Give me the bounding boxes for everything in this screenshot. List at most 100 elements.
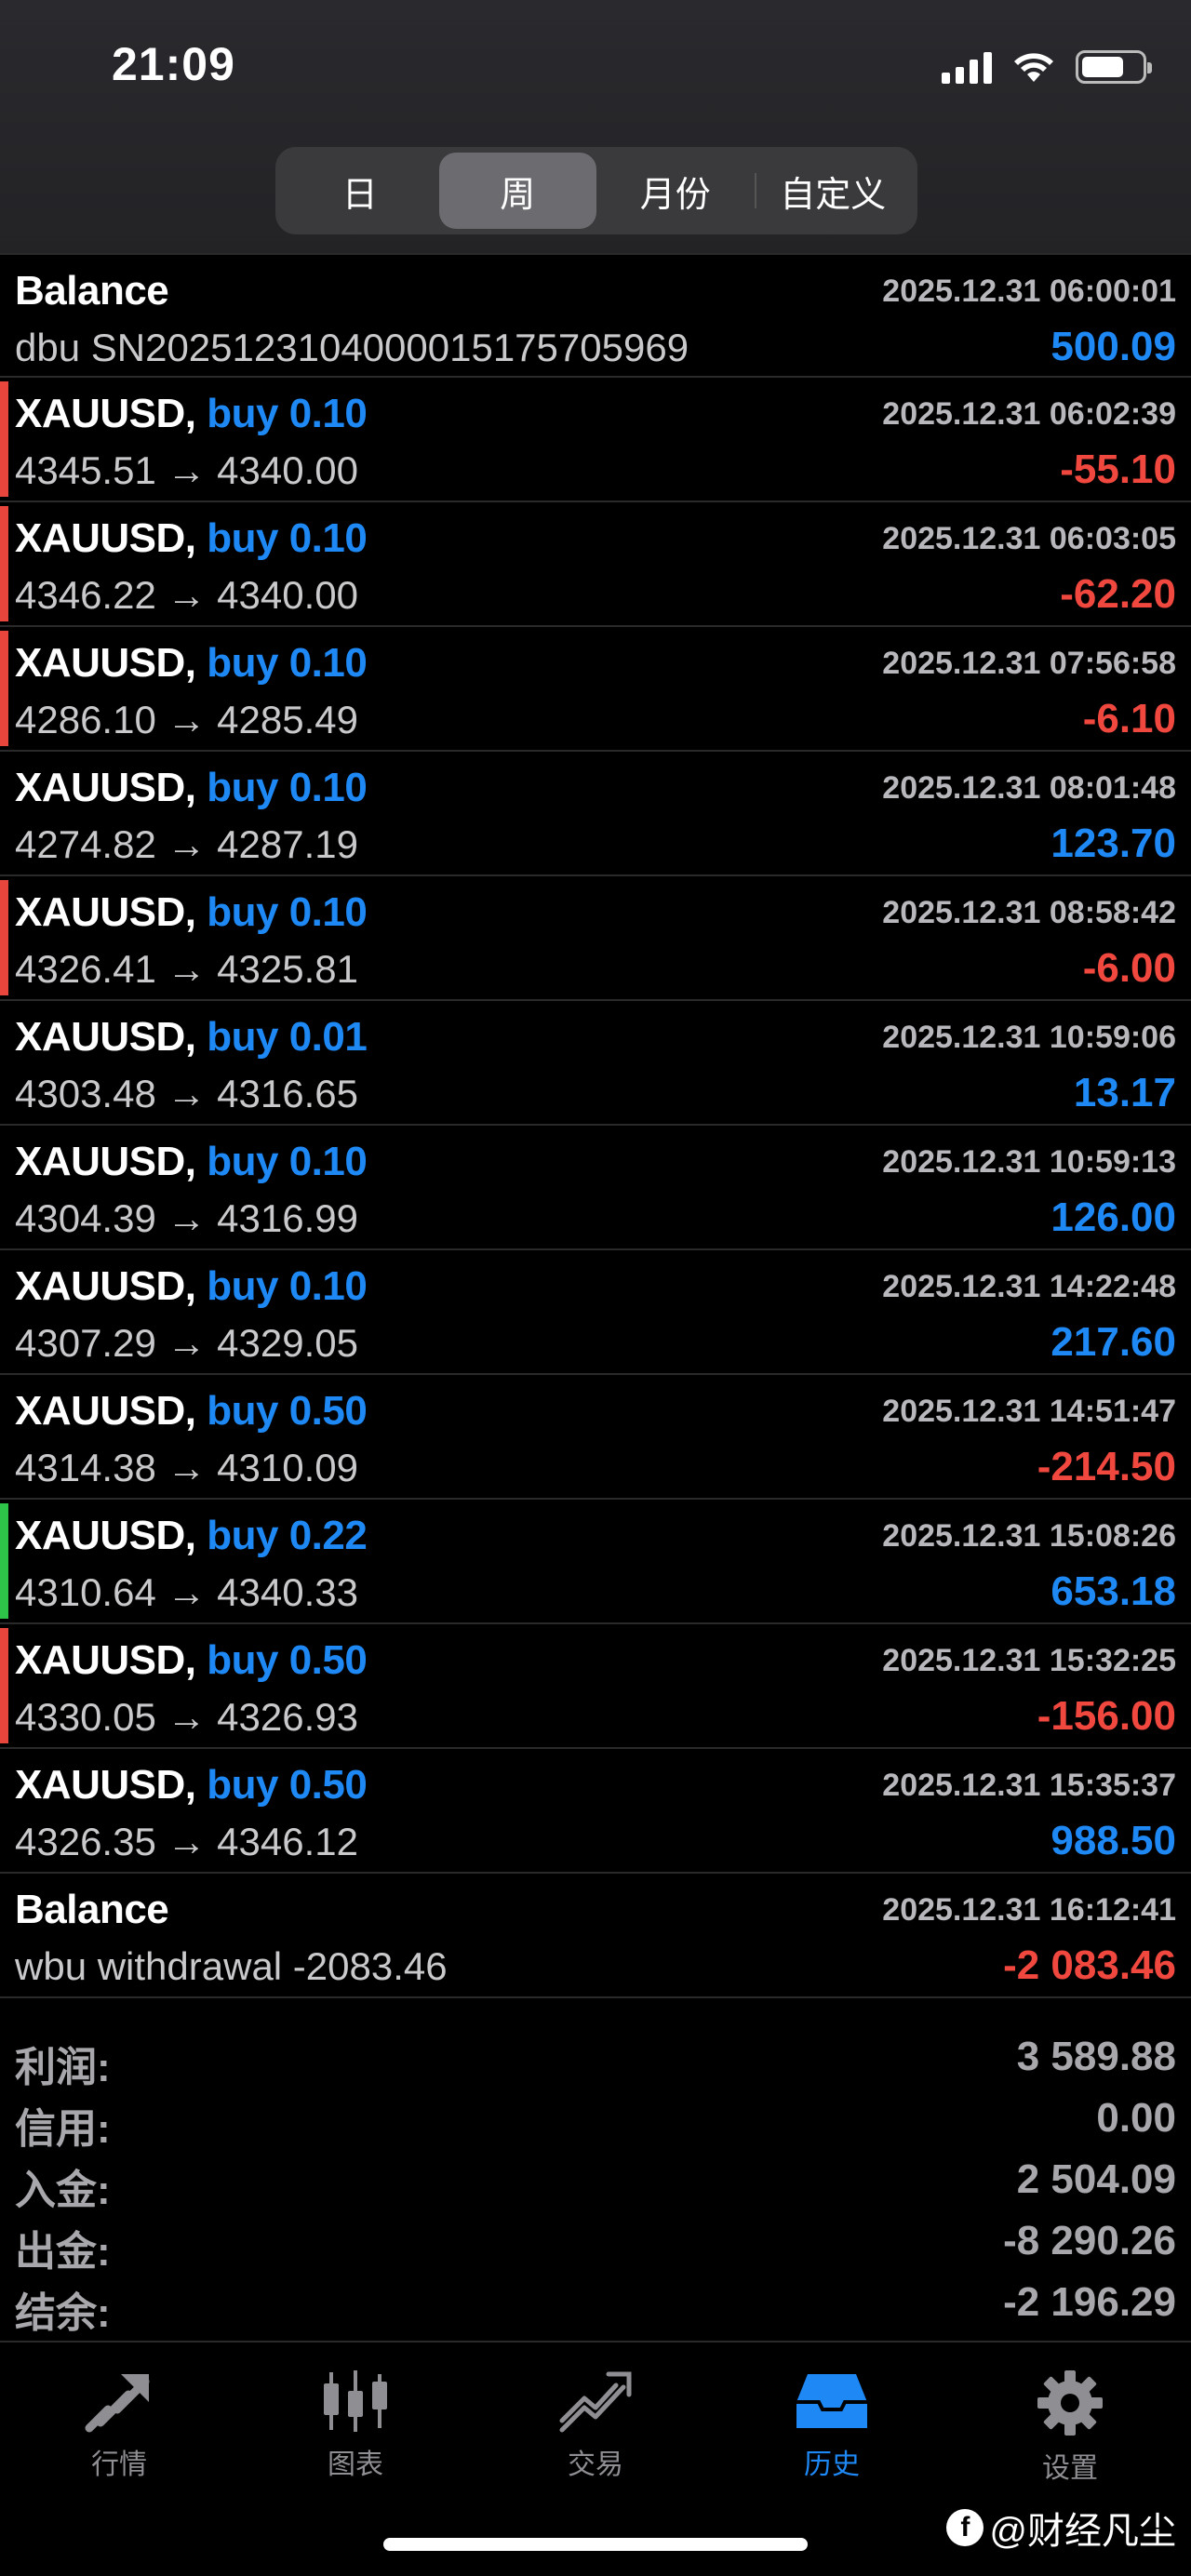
tab-label: 图表 bbox=[328, 2449, 383, 2480]
battery-icon bbox=[1076, 50, 1152, 84]
gain-marker bbox=[0, 1503, 8, 1619]
row-profit: -55.10 bbox=[1060, 447, 1176, 492]
row-title: XAUUSD, buy 0.10 bbox=[15, 640, 368, 687]
row-title: XAUUSD, buy 0.10 bbox=[15, 889, 368, 936]
symbol: XAUUSD, bbox=[15, 640, 196, 686]
trade-row[interactable]: XAUUSD, buy 0.50 2025.12.31 15:35:37 4326.… bbox=[0, 1749, 1191, 1874]
trade-row[interactable]: XAUUSD, buy 0.10 2025.12.31 10:59:13 4304.… bbox=[0, 1126, 1191, 1250]
trade-side: buy 0.10 bbox=[207, 391, 368, 436]
row-title: XAUUSD, buy 0.22 bbox=[15, 1513, 368, 1559]
tab-week[interactable]: 周 bbox=[438, 153, 596, 229]
trade-row[interactable]: XAUUSD, buy 0.10 2025.12.31 08:58:42 4326.… bbox=[0, 876, 1191, 1001]
trade-row[interactable]: XAUUSD, buy 0.10 2025.12.31 06:02:39 4345.… bbox=[0, 378, 1191, 502]
summary-row-credit: 信用: 0.00 bbox=[0, 2088, 1191, 2152]
summary-label: 结余: bbox=[15, 2290, 111, 2336]
row-time: 2025.12.31 06:03:05 bbox=[882, 521, 1176, 556]
tab-chart[interactable]: 图表 bbox=[262, 2369, 448, 2499]
summary-row-profit: 利润: 3 589.88 bbox=[0, 2026, 1191, 2090]
trade-row[interactable]: XAUUSD, buy 0.50 2025.12.31 15:32:25 4330.… bbox=[0, 1624, 1191, 1749]
row-title: XAUUSD, buy 0.01 bbox=[15, 1014, 368, 1061]
row-title: XAUUSD, buy 0.10 bbox=[15, 515, 368, 562]
summary-label: 入金: bbox=[15, 2168, 111, 2213]
trade-side: buy 0.10 bbox=[207, 765, 368, 810]
trade-row[interactable]: XAUUSD, buy 0.10 2025.12.31 14:22:48 4307.… bbox=[0, 1250, 1191, 1375]
quotes-icon bbox=[85, 2374, 150, 2433]
summary-value: 3 589.88 bbox=[1016, 2034, 1176, 2079]
tab-history[interactable]: 历史 bbox=[739, 2369, 925, 2499]
row-profit: 123.70 bbox=[1050, 821, 1176, 866]
row-profit: -6.10 bbox=[1082, 696, 1176, 741]
row-time: 2025.12.31 15:32:25 bbox=[882, 1643, 1176, 1678]
tab-custom[interactable]: 自定义 bbox=[754, 153, 913, 229]
row-time: 2025.12.31 14:22:48 bbox=[882, 1269, 1176, 1304]
balance-row[interactable]: Balance 2025.12.31 06:00:01 dbu SN20251231… bbox=[0, 253, 1191, 378]
tab-trade[interactable]: 交易 bbox=[502, 2369, 689, 2499]
row-profit: 13.17 bbox=[1073, 1070, 1176, 1115]
tab-quotes[interactable]: 行情 bbox=[26, 2369, 212, 2499]
loss-marker bbox=[0, 506, 8, 621]
trade-row[interactable]: XAUUSD, buy 0.10 2025.12.31 08:01:48 4274.… bbox=[0, 752, 1191, 876]
symbol: XAUUSD, bbox=[15, 1139, 196, 1184]
price-range: 4346.22 → 4340.00 bbox=[15, 573, 358, 617]
summary-value: -8 290.26 bbox=[1003, 2218, 1176, 2263]
trade-side: buy 0.10 bbox=[207, 1139, 368, 1184]
chart-icon bbox=[324, 2370, 387, 2432]
row-time: 2025.12.31 08:01:48 bbox=[882, 770, 1176, 806]
symbol: XAUUSD, bbox=[15, 765, 196, 810]
row-time: 2025.12.31 08:58:42 bbox=[882, 895, 1176, 930]
balance-row[interactable]: Balance 2025.12.31 16:12:41 wbu withdrawal… bbox=[0, 1874, 1191, 1998]
row-time: 2025.12.31 16:12:41 bbox=[882, 1892, 1176, 1928]
symbol: XAUUSD, bbox=[15, 1388, 196, 1434]
row-profit: -2 083.46 bbox=[1003, 1942, 1176, 1988]
symbol: XAUUSD, bbox=[15, 1513, 196, 1558]
tab-label: 行情 bbox=[91, 2449, 147, 2480]
row-profit: 653.18 bbox=[1050, 1568, 1176, 1614]
summary-label: 信用: bbox=[15, 2106, 111, 2152]
price-range: 4304.39 → 4316.99 bbox=[15, 1196, 358, 1240]
history-list: Balance 2025.12.31 06:00:01 dbu SN20251231… bbox=[0, 253, 1191, 1998]
row-time: 2025.12.31 10:59:06 bbox=[882, 1020, 1176, 1055]
tab-day[interactable]: 日 bbox=[281, 153, 439, 229]
row-title: XAUUSD, buy 0.10 bbox=[15, 1139, 368, 1185]
tab-settings[interactable]: 设置 bbox=[977, 2369, 1163, 2499]
row-time: 2025.12.31 10:59:13 bbox=[882, 1144, 1176, 1180]
settings-icon bbox=[1037, 2370, 1103, 2436]
row-time: 2025.12.31 14:51:47 bbox=[882, 1394, 1176, 1429]
loss-marker bbox=[0, 381, 8, 497]
row-profit: 500.09 bbox=[1050, 324, 1176, 369]
trade-icon bbox=[559, 2371, 632, 2433]
summary-value: 0.00 bbox=[1096, 2095, 1176, 2141]
tab-month[interactable]: 月份 bbox=[596, 153, 755, 229]
home-indicator[interactable] bbox=[383, 2538, 808, 2551]
balance-title: Balance bbox=[15, 1887, 169, 1932]
tab-label: 历史 bbox=[804, 2449, 860, 2480]
row-title: XAUUSD, buy 0.50 bbox=[15, 1762, 368, 1809]
trade-row[interactable]: XAUUSD, buy 0.10 2025.12.31 06:03:05 4346.… bbox=[0, 502, 1191, 627]
price-range: 4326.35 → 4346.12 bbox=[15, 1820, 358, 1863]
symbol: XAUUSD, bbox=[15, 889, 196, 935]
row-title: Balance bbox=[15, 268, 169, 314]
row-title: XAUUSD, buy 0.50 bbox=[15, 1637, 368, 1684]
row-title: XAUUSD, buy 0.50 bbox=[15, 1388, 368, 1435]
symbol: XAUUSD, bbox=[15, 515, 196, 561]
trade-side: buy 0.50 bbox=[207, 1388, 368, 1434]
price-range: 4345.51 → 4340.00 bbox=[15, 448, 358, 492]
row-profit: -6.00 bbox=[1082, 945, 1176, 991]
watermark: f @财经凡尘 bbox=[946, 2501, 1176, 2555]
summary-row-balance: 结余: -2 196.29 bbox=[0, 2272, 1191, 2336]
cellular-signal-icon bbox=[942, 50, 992, 84]
wifi-icon bbox=[1014, 53, 1053, 82]
symbol: XAUUSD, bbox=[15, 1637, 196, 1683]
loss-marker bbox=[0, 880, 8, 995]
balance-title: Balance bbox=[15, 268, 169, 314]
row-profit: 988.50 bbox=[1050, 1818, 1176, 1863]
loss-marker bbox=[0, 631, 8, 746]
trade-row[interactable]: XAUUSD, buy 0.01 2025.12.31 10:59:06 4303.… bbox=[0, 1001, 1191, 1126]
trade-row[interactable]: XAUUSD, buy 0.50 2025.12.31 14:51:47 4314.… bbox=[0, 1375, 1191, 1500]
trade-row[interactable]: XAUUSD, buy 0.22 2025.12.31 15:08:26 4310.… bbox=[0, 1500, 1191, 1624]
row-time: 2025.12.31 07:56:58 bbox=[882, 646, 1176, 681]
row-title: XAUUSD, buy 0.10 bbox=[15, 765, 368, 811]
summary-label: 利润: bbox=[15, 2045, 111, 2090]
row-time: 2025.12.31 06:00:01 bbox=[882, 274, 1176, 309]
trade-row[interactable]: XAUUSD, buy 0.10 2025.12.31 07:56:58 4286.… bbox=[0, 627, 1191, 752]
